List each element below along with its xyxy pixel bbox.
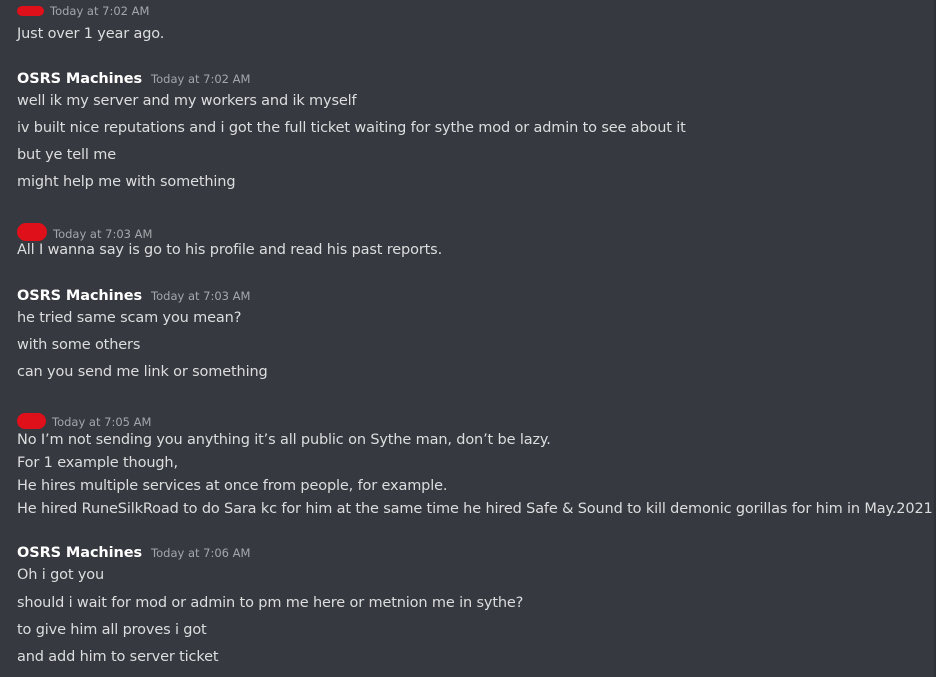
message-header: OSRS Machines Today at 7:03 AM	[17, 288, 250, 308]
message-text: he tried same scam you mean?	[17, 310, 242, 326]
message-text: well ik my server and my workers and ik …	[17, 93, 357, 109]
message-timestamp[interactable]: Today at 7:06 AM	[151, 546, 250, 560]
message-author[interactable]: OSRS Machines	[17, 288, 142, 304]
message-header: OSRS Machines Today at 7:02 AM	[17, 71, 250, 91]
message-text: but ye tell me	[17, 147, 117, 163]
redacted-username-mark	[17, 413, 46, 429]
message-text: For 1 example though,	[17, 455, 178, 471]
message-text: with some others	[17, 337, 141, 353]
message-text: He hired RuneSilkRoad to do Sara kc for …	[17, 501, 936, 517]
message-header: Today at 7:03 AM	[17, 220, 152, 241]
message-text: All I wanna say is go to his profile and…	[17, 242, 443, 258]
message-timestamp[interactable]: Today at 7:03 AM	[53, 227, 152, 241]
message-text: Oh i got you	[17, 567, 105, 583]
message-author[interactable]: OSRS Machines	[17, 71, 142, 87]
message-header: OSRS Machines Today at 7:06 AM	[17, 545, 250, 565]
message-text: can you send me link or something	[17, 364, 268, 380]
message-text: He hires multiple services at once from …	[17, 478, 448, 494]
message-text: iv built nice reputations and i got the …	[17, 120, 686, 136]
message-text: No I’m not sending you anything it’s all…	[17, 432, 551, 448]
message-header: Today at 7:02 AM	[17, 4, 149, 24]
message-text: should i wait for mod or admin to pm me …	[17, 595, 524, 611]
message-timestamp[interactable]: Today at 7:03 AM	[151, 289, 250, 303]
message-timestamp[interactable]: Today at 7:02 AM	[151, 72, 250, 86]
message-author[interactable]: OSRS Machines	[17, 545, 142, 561]
redacted-username-mark	[17, 6, 44, 16]
message-text: Just over 1 year ago.	[17, 26, 165, 42]
message-timestamp[interactable]: Today at 7:05 AM	[52, 415, 151, 429]
message-text: and add him to server ticket	[17, 649, 219, 665]
message-timestamp[interactable]: Today at 7:02 AM	[50, 4, 149, 18]
redacted-username-mark	[17, 223, 47, 241]
message-header: Today at 7:05 AM	[17, 410, 151, 430]
message-text: to give him all proves i got	[17, 622, 207, 638]
chat-message-list[interactable]: Today at 7:02 AM Just over 1 year ago. O…	[0, 0, 936, 677]
message-text: might help me with something	[17, 174, 236, 190]
